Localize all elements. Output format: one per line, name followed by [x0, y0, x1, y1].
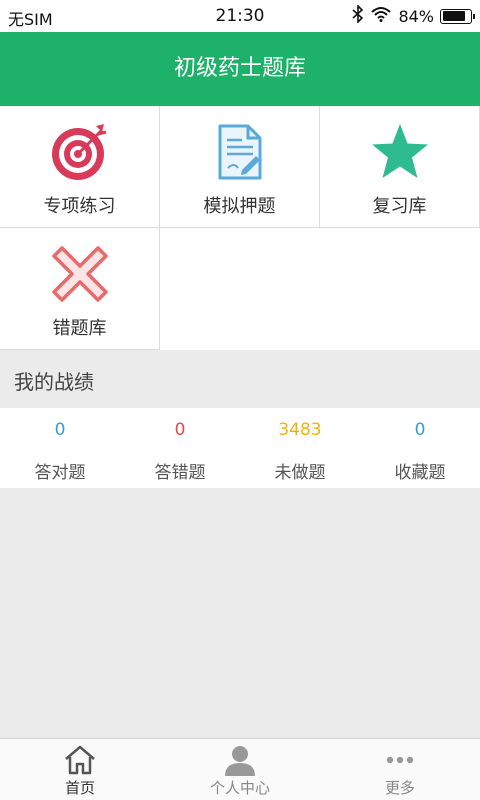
- cross-icon: [50, 244, 110, 304]
- status-icons: 84%: [352, 4, 475, 27]
- stat-wrong[interactable]: 0 答错题: [120, 408, 240, 488]
- bluetooth-icon: [352, 4, 364, 27]
- feature-grid: 专项练习 模拟押题 复习库 错题库: [0, 106, 480, 350]
- stat-value: 0: [174, 420, 186, 440]
- menu-item-review-bank[interactable]: 复习库: [320, 106, 480, 228]
- stat-label: 未做题: [274, 463, 326, 483]
- stat-favorite[interactable]: 0 收藏题: [360, 408, 480, 488]
- tab-label: 更多: [384, 779, 415, 797]
- tab-profile[interactable]: 个人中心: [160, 739, 320, 800]
- stat-label: 答对题: [34, 463, 86, 483]
- menu-item-label: 错题库: [52, 318, 107, 339]
- status-bar: 无SIM 21:30 84%: [0, 0, 480, 32]
- stat-value: 0: [414, 420, 426, 440]
- bottom-tab-bar: 首页 个人中心 更多: [0, 738, 480, 800]
- menu-item-label: 专项练习: [43, 196, 116, 217]
- stat-label: 收藏题: [394, 463, 446, 483]
- target-icon: [50, 122, 110, 182]
- home-icon: [63, 744, 97, 776]
- menu-item-label: 模拟押题: [203, 196, 276, 217]
- record-stats: 0 答对题 0 答错题 3483 未做题 0 收藏题: [0, 408, 480, 488]
- more-icon: [383, 744, 417, 776]
- star-icon: [370, 122, 430, 182]
- battery-icon: [440, 8, 475, 24]
- stat-undone[interactable]: 3483 未做题: [240, 408, 360, 488]
- tab-more[interactable]: 更多: [320, 739, 480, 800]
- menu-item-special-practice[interactable]: 专项练习: [0, 106, 160, 228]
- battery-fill: [442, 11, 466, 21]
- stat-value: 0: [54, 420, 66, 440]
- person-icon: [223, 744, 257, 776]
- tab-label: 个人中心: [209, 779, 270, 797]
- menu-item-wrong-bank[interactable]: 错题库: [0, 228, 160, 350]
- stat-value: 3483: [278, 420, 322, 440]
- app-title: 初级药士题库: [0, 32, 480, 106]
- wifi-icon: [370, 6, 392, 26]
- tab-label: 首页: [64, 779, 95, 797]
- stat-label: 答错题: [154, 463, 206, 483]
- menu-item-mock-exam[interactable]: 模拟押题: [160, 106, 320, 228]
- menu-item-label: 复习库: [372, 196, 427, 217]
- document-pen-icon: [210, 122, 270, 182]
- tab-home[interactable]: 首页: [0, 739, 160, 800]
- stat-correct[interactable]: 0 答对题: [0, 408, 120, 488]
- record-title: 我的战绩: [14, 370, 94, 394]
- battery-percent: 84%: [398, 6, 434, 26]
- record-section-header: 我的战绩: [0, 350, 480, 408]
